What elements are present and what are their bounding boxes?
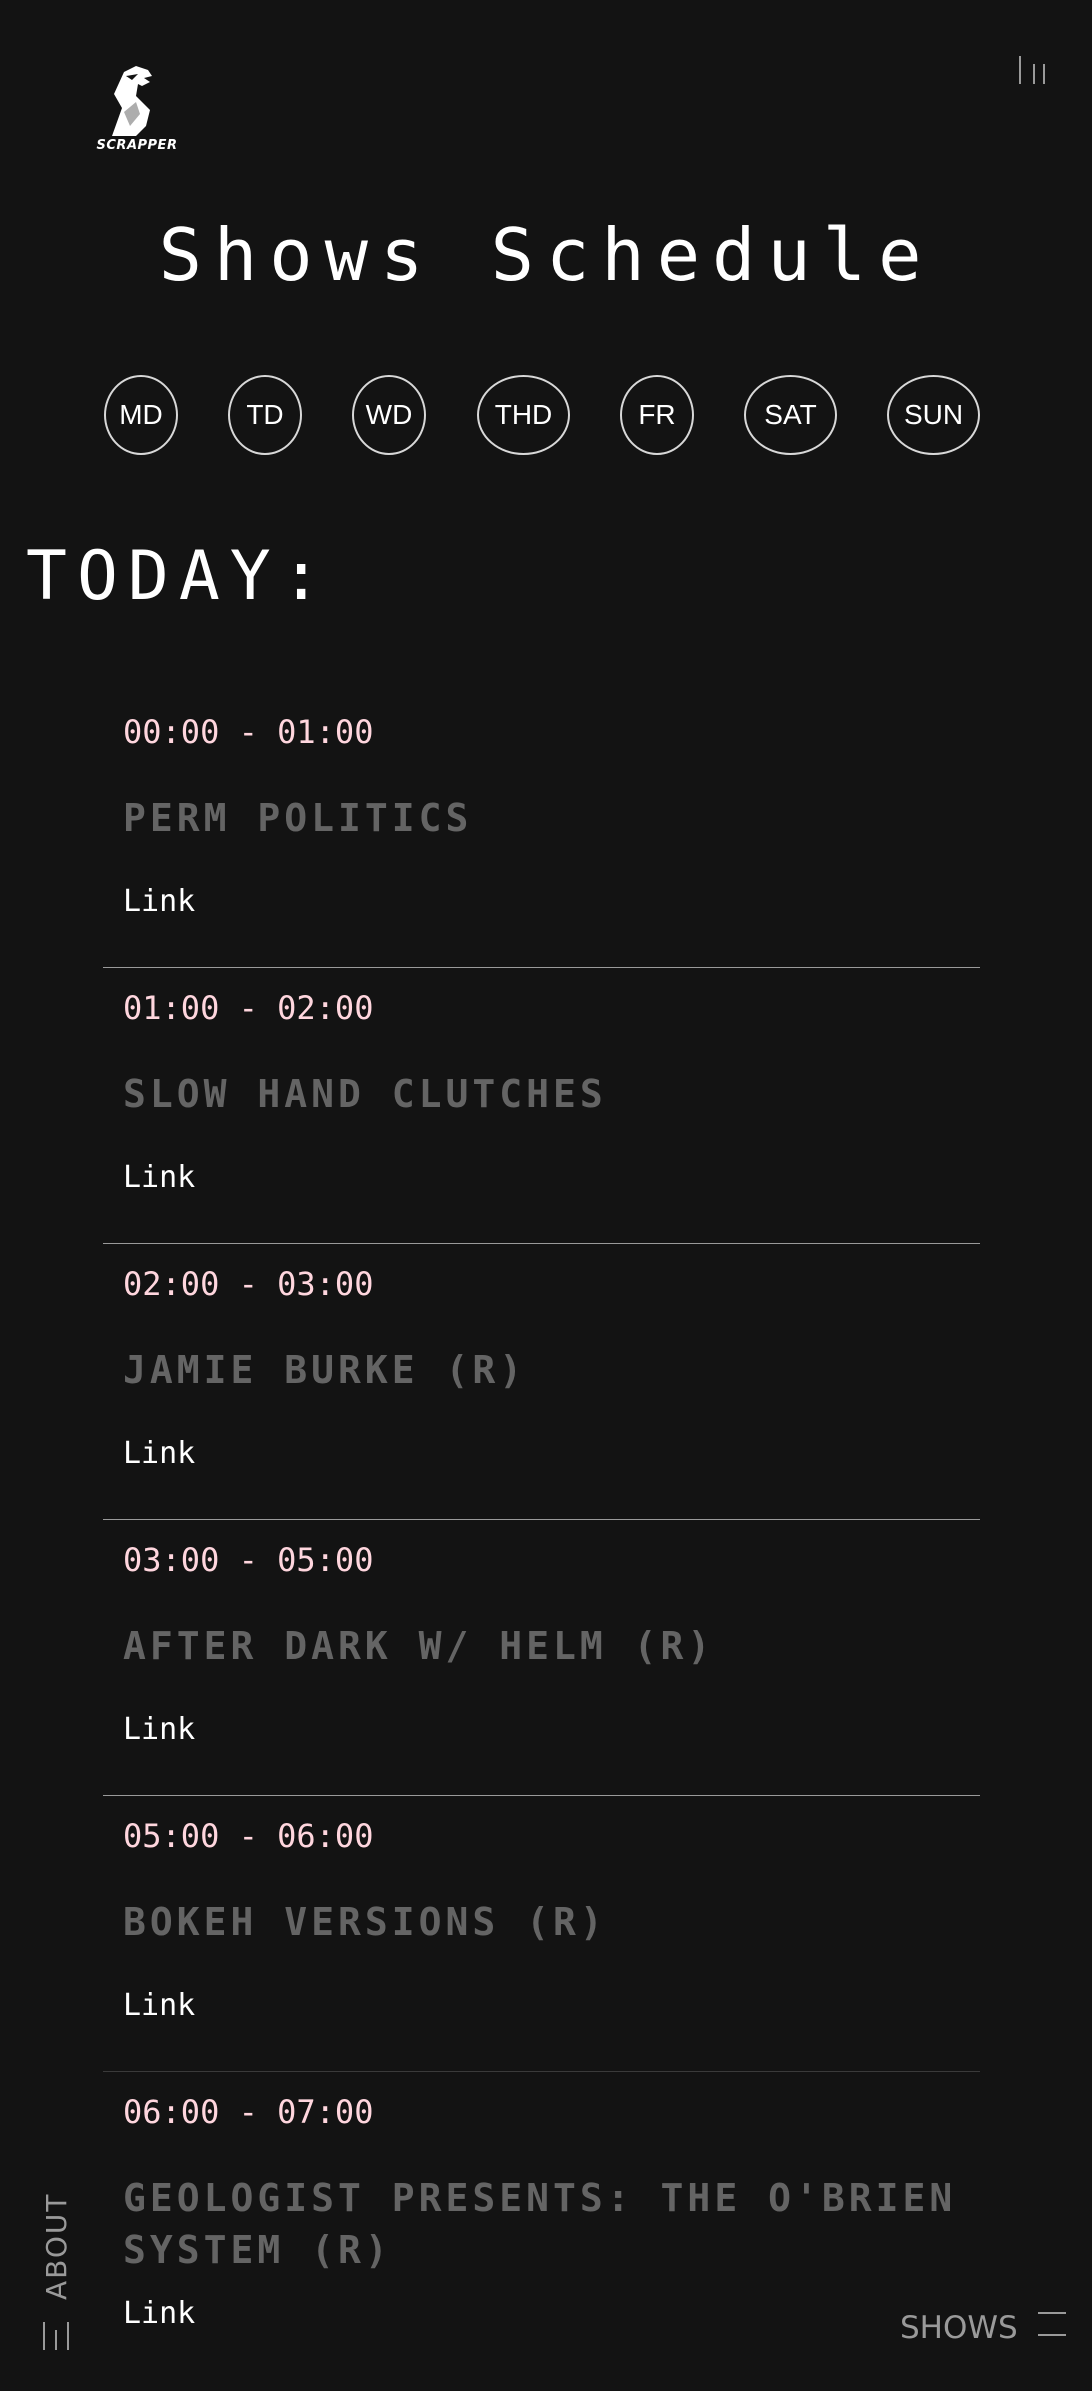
about-label: ABOUT bbox=[40, 2192, 73, 2300]
brand-wordmark: SCRAPPER bbox=[96, 138, 178, 153]
vertical-bars-icon bbox=[42, 2322, 72, 2356]
shows-nav-link[interactable]: SHOWS bbox=[900, 2308, 1068, 2348]
show-title: GEOLOGIST PRESENTS: THE O'BRIEN SYSTEM (… bbox=[123, 2176, 957, 2272]
show-link[interactable]: Link bbox=[123, 2294, 195, 2334]
schedule-item: 02:00 - 03:00 JAMIE BURKE (R) Link bbox=[103, 1244, 980, 1520]
brand-logo[interactable]: SCRAPPER bbox=[92, 66, 182, 160]
show-link[interactable]: Link bbox=[123, 1986, 195, 2026]
schedule-item: 06:00 - 07:00 GEOLOGIST PRESENTS: THE O'… bbox=[103, 2072, 980, 2391]
schedule-item: 05:00 - 06:00 BOKEH VERSIONS (R) Link bbox=[103, 1796, 980, 2072]
show-title: PERM POLITICS bbox=[123, 796, 473, 840]
horizontal-bars-icon bbox=[1037, 2310, 1068, 2346]
schedule-item: 01:00 - 02:00 SLOW HAND CLUTCHES Link bbox=[103, 968, 980, 1244]
show-time: 05:00 - 06:00 bbox=[123, 1817, 374, 1855]
show-title: SLOW HAND CLUTCHES bbox=[123, 1072, 607, 1116]
shows-label: SHOWS bbox=[900, 2310, 1018, 2346]
show-link[interactable]: Link bbox=[123, 882, 195, 922]
day-button-sun[interactable]: SUN bbox=[887, 375, 980, 455]
schedule-item: 00:00 - 01:00 PERM POLITICS Link bbox=[103, 692, 980, 968]
show-time: 00:00 - 01:00 bbox=[123, 713, 374, 751]
show-time: 02:00 - 03:00 bbox=[123, 1265, 374, 1303]
show-title: AFTER DARK W/ HELM (R) bbox=[123, 1624, 715, 1668]
show-title: BOKEH VERSIONS (R) bbox=[123, 1900, 607, 1944]
show-title: JAMIE BURKE (R) bbox=[123, 1348, 527, 1392]
day-button-fr[interactable]: FR bbox=[620, 375, 694, 455]
horse-head-logo-icon bbox=[112, 66, 152, 136]
show-time: 01:00 - 02:00 bbox=[123, 989, 374, 1027]
day-button-md[interactable]: MD bbox=[104, 375, 178, 455]
show-link[interactable]: Link bbox=[123, 1434, 195, 1474]
day-button-td[interactable]: TD bbox=[228, 375, 302, 455]
day-button-wd[interactable]: WD bbox=[352, 375, 426, 455]
show-link[interactable]: Link bbox=[123, 1158, 195, 1198]
page-title: Shows Schedule bbox=[158, 213, 934, 297]
show-time: 03:00 - 05:00 bbox=[123, 1541, 374, 1579]
day-button-sat[interactable]: SAT bbox=[744, 375, 837, 455]
show-link[interactable]: Link bbox=[123, 1710, 195, 1750]
show-time: 06:00 - 07:00 bbox=[123, 2093, 374, 2131]
menu-bars-icon[interactable] bbox=[1016, 56, 1050, 86]
about-nav-link[interactable]: ABOUT bbox=[36, 2190, 80, 2360]
day-button-thd[interactable]: THD bbox=[477, 375, 570, 455]
today-heading: TODAY: bbox=[26, 537, 332, 616]
schedule-item: 03:00 - 05:00 AFTER DARK W/ HELM (R) Lin… bbox=[103, 1520, 980, 1796]
